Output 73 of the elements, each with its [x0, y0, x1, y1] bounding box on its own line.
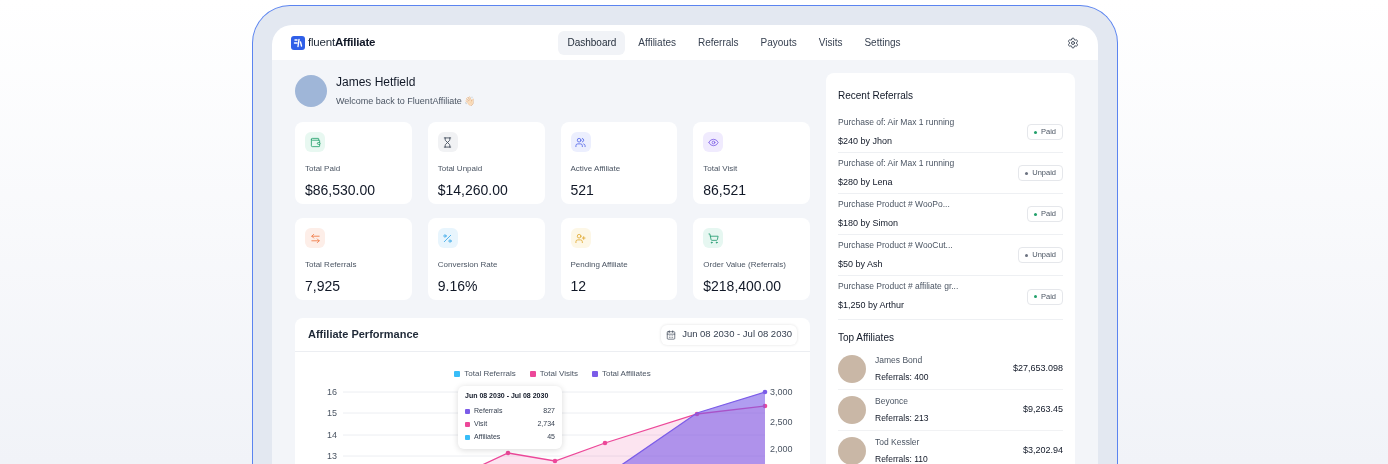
- referral-product: Purchase Product # WooPo...: [838, 197, 950, 211]
- referral-amount: $180 by Simon: [838, 216, 900, 230]
- affiliate-earnings: $27,653.098: [1012, 362, 1063, 376]
- hourglass-icon: [437, 132, 458, 152]
- referral-count: Referrals: 213: [875, 412, 929, 425]
- user-plus-icon: [570, 228, 591, 248]
- stat-label: Total Paid: [305, 163, 342, 175]
- axis-tick-label: 15: [327, 408, 337, 418]
- referral-product: Purchase Product # affiliate gr...: [838, 280, 959, 294]
- referral-amount: $50 by Ash: [838, 257, 884, 271]
- stat-value: 86,521: [703, 181, 748, 200]
- referral-amount: $240 by Jhon: [838, 134, 894, 148]
- affiliate-name: Tod Kessler: [875, 436, 921, 449]
- users-icon: [570, 132, 591, 152]
- legend-label: Total Referrals: [464, 367, 516, 380]
- calendar-icon: [666, 329, 677, 340]
- stat-value: 9.16%: [437, 277, 479, 296]
- legend-label: Total Visits: [539, 367, 578, 380]
- welcome-text: Welcome back to FluentAffiliate 👋🏻: [336, 95, 476, 109]
- avatar-placeholder: [838, 355, 866, 383]
- shopping-cart-icon: [703, 228, 724, 248]
- stat-label: Order Value (Referrals): [703, 259, 787, 271]
- wallet-icon: [305, 132, 325, 152]
- stat-label: Total Visit: [703, 163, 739, 175]
- nav-tab[interactable]: Payouts: [751, 30, 806, 55]
- affiliate-name: Beyonce: [875, 395, 910, 408]
- avatar-placeholder: [295, 75, 327, 107]
- stat-label: Active Affiliate: [570, 163, 622, 175]
- brand-name: fluentAffiliate: [308, 34, 376, 50]
- logo-icon: [291, 35, 305, 50]
- avatar-placeholder: [838, 396, 866, 424]
- stat-label: Total Referrals: [305, 259, 358, 271]
- percent-icon: [437, 228, 458, 248]
- referral-count: Referrals: 400: [875, 371, 929, 384]
- avatar-placeholder: [838, 437, 866, 464]
- affiliate-earnings: $9,263.45: [1022, 403, 1063, 417]
- stat-value: 521: [570, 181, 595, 200]
- referral-product: Purchase of: Air Max 1 running: [838, 115, 955, 129]
- axis-tick-label: 2,500: [770, 417, 793, 427]
- stat-label: Total Unpaid: [437, 163, 484, 175]
- referral-product: Purchase of: Air Max 1 running: [838, 156, 955, 170]
- axis-tick-label: 16: [327, 387, 337, 397]
- stat-value: 7,925: [305, 277, 342, 296]
- nav-tab[interactable]: Dashboard: [558, 30, 626, 55]
- settings-icon[interactable]: [1067, 36, 1079, 49]
- user-name: James Hetfield: [336, 74, 417, 92]
- referral-count: Referrals: 110: [875, 453, 928, 464]
- stat-value: $86,530.00: [305, 181, 377, 200]
- nav-tab[interactable]: Visits: [809, 30, 852, 55]
- axis-tick-label: 2,000: [770, 444, 793, 454]
- affiliate-name: James Bond: [875, 354, 924, 367]
- date-range-picker[interactable]: Jun 08 2030 - Jul 08 2030: [661, 324, 797, 345]
- nav-tab[interactable]: Affiliates: [629, 30, 685, 55]
- axis-tick-label: 13: [327, 451, 337, 461]
- stat-label: Conversion Rate: [437, 259, 499, 271]
- swap-arrows-icon: [305, 228, 325, 248]
- legend-label: Total Affiliates: [601, 367, 651, 380]
- axis-tick-label: 14: [327, 430, 337, 440]
- referral-amount: $280 by Lena: [838, 175, 894, 189]
- eye-icon: [703, 132, 724, 152]
- axis-tick-label: 3,000: [770, 387, 793, 397]
- chart-title: Affiliate Performance: [308, 327, 419, 343]
- stat-value: $14,260.00: [437, 181, 509, 200]
- stat-value: 12: [570, 277, 588, 296]
- section-title: Top Affiliates: [838, 331, 895, 345]
- stat-label: Pending Affiliate: [570, 259, 629, 271]
- referral-amount: $1,250 by Arthur: [838, 299, 906, 313]
- stat-value: $218,400.00: [703, 277, 783, 296]
- referral-product: Purchase Product # WooCut...: [838, 238, 953, 252]
- nav-tab[interactable]: Settings: [855, 30, 910, 55]
- section-title: Recent Referrals: [838, 89, 915, 103]
- affiliate-earnings: $3,202.94: [1022, 444, 1063, 458]
- nav-tab[interactable]: Referrals: [689, 30, 748, 55]
